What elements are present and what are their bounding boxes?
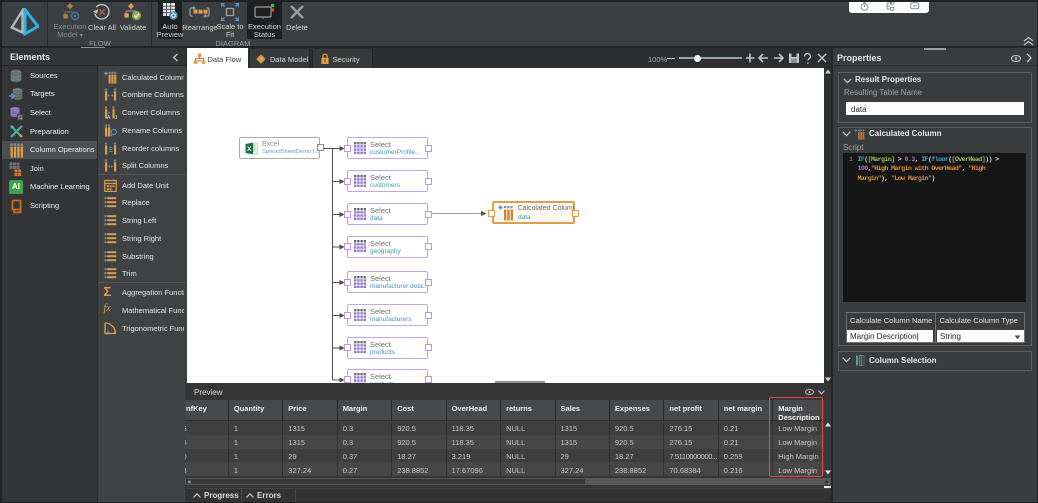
- svg-text:X: X: [247, 146, 252, 153]
- svg-text:1: 1: [115, 115, 117, 119]
- svg-text:A: A: [107, 115, 111, 119]
